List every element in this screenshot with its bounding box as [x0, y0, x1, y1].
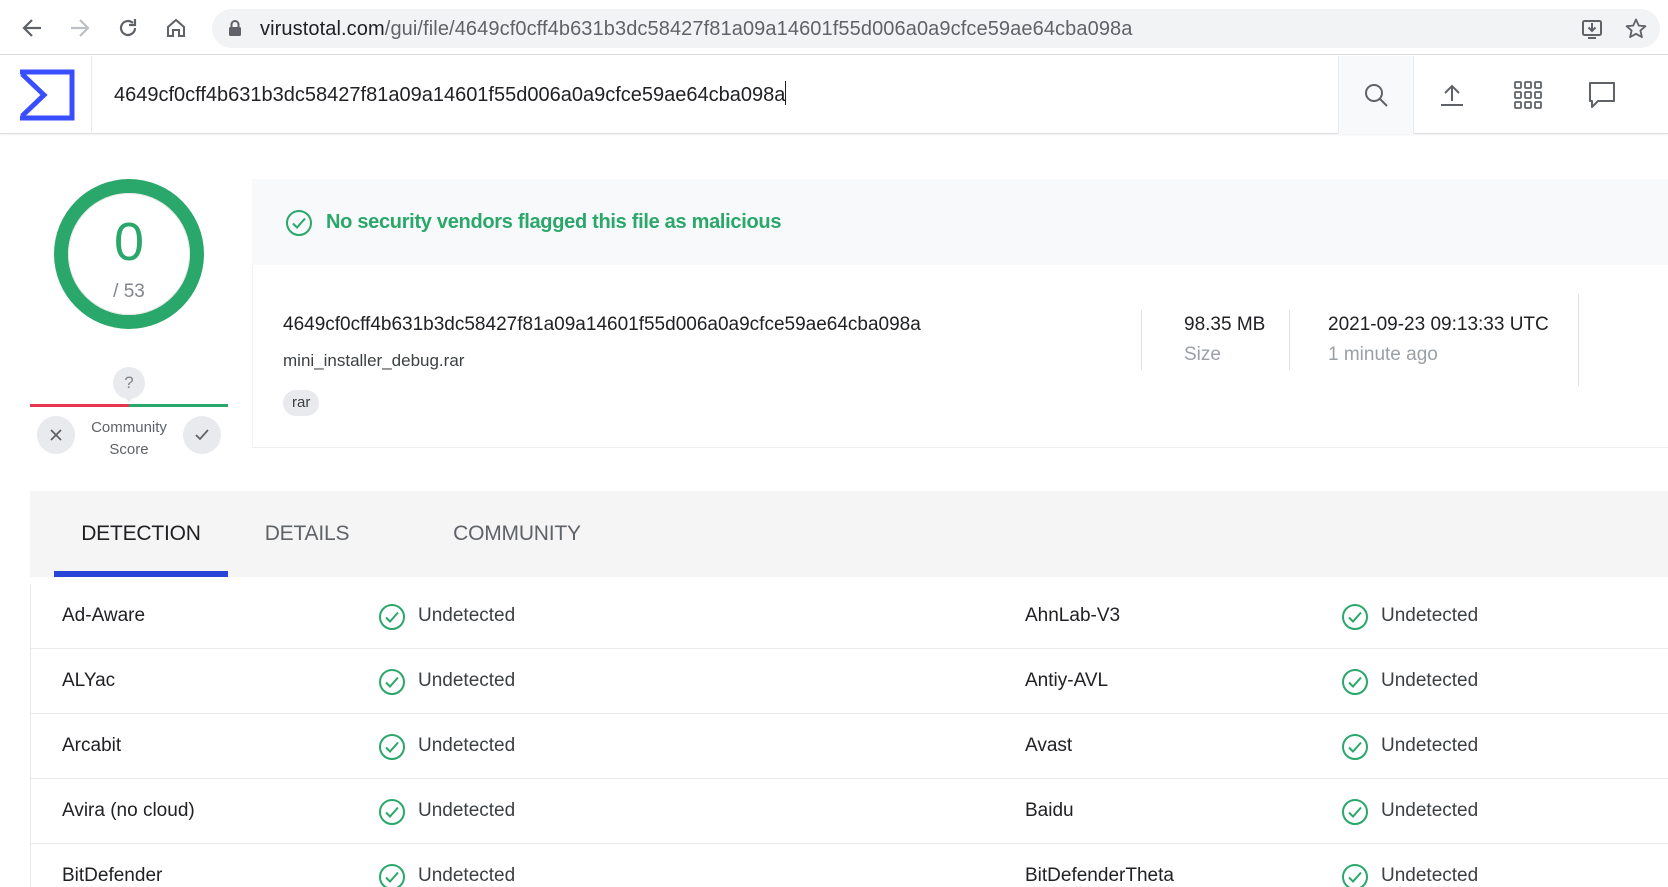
vendor-result: Undetected: [418, 670, 516, 691]
reload-button[interactable]: [110, 10, 146, 46]
back-button[interactable]: [14, 10, 50, 46]
vendor-name: Ad-Aware: [62, 605, 146, 626]
address-url: virustotal.com/gui/file/4649cf0cff4b631b…: [260, 18, 1132, 41]
check-circle-icon: [1342, 669, 1368, 695]
virustotal-logo[interactable]: [0, 56, 92, 134]
vendor-name: Baidu: [1025, 800, 1074, 821]
url-host: virustotal.com: [260, 18, 385, 40]
forward-arrow-icon: [71, 19, 90, 37]
vendor-name: BitDefender: [62, 865, 163, 886]
lock-icon: [229, 20, 241, 36]
chat-button[interactable]: [1564, 56, 1640, 134]
vendor-name: Antiy-AVL: [1025, 670, 1109, 691]
vendor-result: Undetected: [418, 605, 516, 626]
vote-malicious-button[interactable]: [37, 416, 75, 454]
check-circle-icon: [1342, 604, 1368, 630]
divider: [1141, 310, 1142, 370]
vt-search-input[interactable]: 4649cf0cff4b631b3dc58427f81a09a14601f55d…: [114, 81, 787, 107]
close-icon: [50, 429, 62, 441]
tab-detection[interactable]: DETECTION: [54, 491, 228, 577]
check-circle-icon: [379, 604, 405, 630]
browser-toolbar: virustotal.com/gui/file/4649cf0cff4b631b…: [0, 0, 1668, 55]
vendor-name: AhnLab-V3: [1025, 605, 1121, 626]
detection-table: Ad-Aware Undetected AhnLab-V3 Undetected…: [30, 584, 1668, 887]
virustotal-logo-icon: [19, 69, 74, 121]
upload-icon: [1441, 84, 1463, 106]
analysis-relative-time: 1 minute ago: [1328, 344, 1438, 365]
vendor-name: ALYac: [62, 670, 116, 691]
vendor-name: Avast: [1025, 735, 1073, 756]
file-hash[interactable]: 4649cf0cff4b631b3dc58427f81a09a14601f55d…: [283, 314, 921, 336]
community-score-marker: ?: [113, 367, 145, 403]
tab-details[interactable]: DETAILS: [242, 491, 372, 577]
active-tab-indicator: [54, 571, 228, 577]
search-button[interactable]: [1338, 56, 1414, 134]
report-tabs: DETECTION DETAILS COMMUNITY: [30, 491, 1668, 577]
vendor-result: Undetected: [1381, 865, 1479, 886]
vt-search-value: 4649cf0cff4b631b3dc58427f81a09a14601f55d…: [114, 84, 786, 106]
vendor-result: Undetected: [418, 865, 516, 886]
vendor-name: Avira (no cloud): [62, 800, 195, 821]
detection-score-ring: 0 / 53: [54, 179, 204, 329]
forward-button[interactable]: [62, 10, 98, 46]
check-circle-icon: [379, 864, 405, 887]
detection-count: 0: [113, 212, 145, 272]
vendor-name: BitDefenderTheta: [1025, 865, 1174, 886]
community-score-bar-negative: [30, 404, 129, 407]
tab-community[interactable]: COMMUNITY: [410, 491, 624, 577]
table-row: BitDefender Undetected BitDefenderTheta …: [30, 844, 1668, 887]
community-score-bar-positive: [129, 404, 228, 407]
apps-grid-icon: [1514, 81, 1542, 109]
vendor-result: Undetected: [418, 735, 516, 756]
check-circle-icon: [1342, 864, 1368, 887]
vendor-result: Undetected: [1381, 800, 1479, 821]
verdict-text: No security vendors flagged this file as…: [326, 211, 782, 233]
table-row: ALYac Undetected Antiy-AVL Undetected: [30, 649, 1668, 714]
file-size-label: Size: [1184, 344, 1221, 365]
back-arrow-icon: [22, 19, 41, 37]
detection-total: / 53: [113, 281, 145, 302]
search-icon: [1365, 84, 1388, 107]
check-circle-icon: [1342, 799, 1368, 825]
check-circle-icon: [286, 210, 312, 236]
address-bar[interactable]: virustotal.com/gui/file/4649cf0cff4b631b…: [212, 9, 1660, 48]
check-circle-icon: [379, 799, 405, 825]
vt-header: 4649cf0cff4b631b3dc58427f81a09a14601f55d…: [0, 56, 1668, 134]
checkmark-icon: [195, 429, 209, 441]
file-info-panel: 4649cf0cff4b631b3dc58427f81a09a14601f55d…: [252, 266, 1668, 448]
home-icon: [167, 18, 185, 37]
vendor-result: Undetected: [418, 800, 516, 821]
table-row: Avira (no cloud) Undetected Baidu Undete…: [30, 779, 1668, 844]
vendor-name: Arcabit: [62, 735, 122, 756]
check-circle-icon: [379, 669, 405, 695]
community-score-label: Community Score: [91, 419, 167, 458]
file-size: 98.35 MB: [1184, 314, 1266, 335]
apps-button[interactable]: [1490, 56, 1566, 134]
vote-harmless-button[interactable]: [183, 416, 221, 454]
bookmark-star-icon[interactable]: [1624, 17, 1648, 41]
upload-button[interactable]: [1414, 56, 1490, 134]
analysis-date: 2021-09-23 09:13:33 UTC: [1328, 314, 1549, 335]
chat-bubble-icon: [1589, 82, 1615, 108]
vendor-result: Undetected: [1381, 605, 1479, 626]
check-circle-icon: [1342, 734, 1368, 760]
table-row: Ad-Aware Undetected AhnLab-V3 Undetected: [30, 584, 1668, 649]
detection-score: 0 / 53: [68, 193, 190, 315]
check-circle-icon: [379, 734, 405, 760]
divider: [1578, 294, 1579, 386]
vendor-result: Undetected: [1381, 670, 1479, 691]
install-app-icon[interactable]: [1580, 17, 1604, 41]
file-name: mini_installer_debug.rar: [283, 351, 465, 370]
vendor-result: Undetected: [1381, 735, 1479, 756]
url-path: /gui/file/4649cf0cff4b631b3dc58427f81a09…: [384, 18, 1133, 40]
table-row: Arcabit Undetected Avast Undetected: [30, 714, 1668, 779]
divider: [1289, 310, 1290, 370]
file-type-tag[interactable]: rar: [283, 390, 320, 416]
verdict-banner: No security vendors flagged this file as…: [252, 179, 1668, 265]
home-button[interactable]: [158, 10, 194, 46]
reload-icon: [119, 19, 137, 37]
